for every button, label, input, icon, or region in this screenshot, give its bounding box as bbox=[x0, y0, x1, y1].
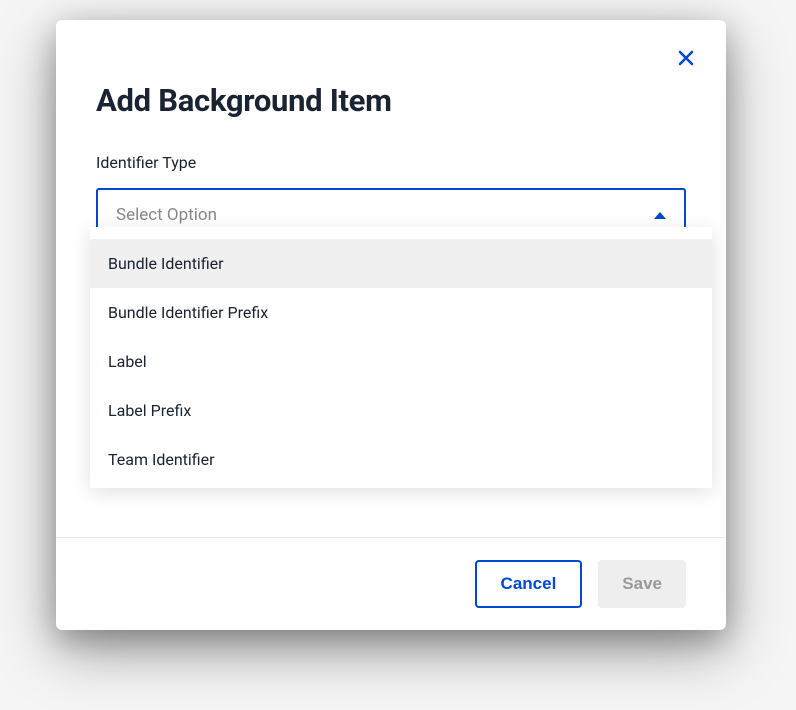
select-placeholder: Select Option bbox=[116, 205, 217, 225]
close-button[interactable] bbox=[674, 48, 698, 72]
dropdown-option[interactable]: Team Identifier bbox=[90, 435, 712, 484]
modal-title: Add Background Item bbox=[96, 82, 686, 119]
dropdown-option[interactable]: Label Prefix bbox=[90, 386, 712, 435]
modal-body: Identifier Type Select Option Bundle Ide… bbox=[56, 119, 726, 537]
dropdown-option[interactable]: Bundle Identifier Prefix bbox=[90, 288, 712, 337]
modal-header: Add Background Item bbox=[56, 20, 726, 119]
cancel-button[interactable]: Cancel bbox=[475, 560, 583, 608]
identifier-type-dropdown: Bundle Identifier Bundle Identifier Pref… bbox=[90, 227, 712, 488]
close-icon bbox=[678, 50, 694, 70]
dropdown-option[interactable]: Bundle Identifier bbox=[90, 239, 712, 288]
caret-up-icon bbox=[654, 212, 666, 219]
dropdown-option[interactable]: Label bbox=[90, 337, 712, 386]
modal-footer: Cancel Save bbox=[56, 537, 726, 630]
save-button[interactable]: Save bbox=[598, 560, 686, 608]
add-background-item-modal: Add Background Item Identifier Type Sele… bbox=[56, 20, 726, 630]
identifier-type-label: Identifier Type bbox=[96, 153, 686, 172]
